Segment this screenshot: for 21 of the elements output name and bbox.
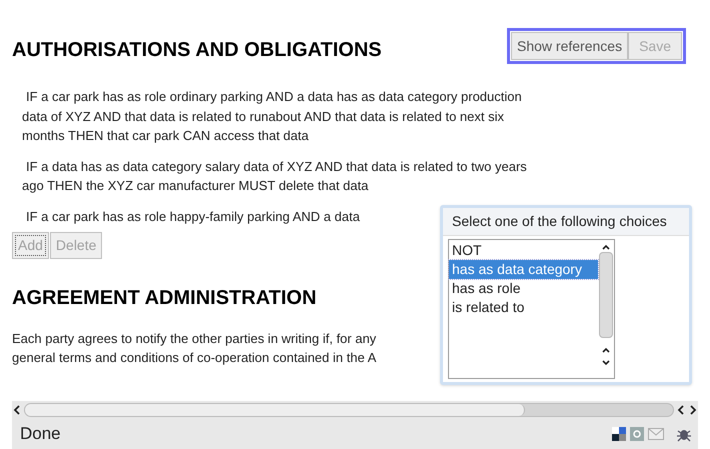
popup-title: Select one of the following choices xyxy=(443,208,689,236)
section-heading: AUTHORISATIONS AND OBLIGATIONS xyxy=(12,38,382,63)
mail-icon xyxy=(648,428,664,440)
squares-icon xyxy=(612,426,626,440)
show-references-button[interactable]: Show references xyxy=(511,32,628,60)
status-text: Done xyxy=(20,422,62,445)
paragraph-line: Each party agrees to notify the other parties in writing if, for any xyxy=(12,330,376,348)
choice-item[interactable]: has as role xyxy=(449,279,598,298)
choice-item[interactable]: is related to xyxy=(449,298,598,317)
choice-item[interactable]: has as data category xyxy=(449,260,598,279)
scroll-right-icon[interactable] xyxy=(688,404,698,414)
horizontal-scrollbar[interactable] xyxy=(12,401,698,418)
rule-text: IF a data has as data category salary data of XYZ AND that data is related to two years ago THEN the XYZ car manufacturer MUST delete that data xyxy=(22,158,528,195)
scroll-up-icon[interactable] xyxy=(601,242,611,252)
rule-text: IF a car park has as role happy-family parking AND a data xyxy=(25,208,360,226)
rule-text: IF a car park has as role ordinary parking AND a data has as data category production data of XYZ AND that data is related to runabout AND that data is related to next six months THEN that car park CAN access that data xyxy=(22,88,523,145)
paragraph-line: general terms and conditions of co-operation contained in the A xyxy=(12,349,376,367)
choice-item[interactable]: NOT xyxy=(449,241,598,260)
scroll-left-icon[interactable] xyxy=(676,404,686,414)
section-heading: AGREEMENT ADMINISTRATION xyxy=(12,286,316,311)
scroll-left-icon[interactable] xyxy=(12,404,22,414)
